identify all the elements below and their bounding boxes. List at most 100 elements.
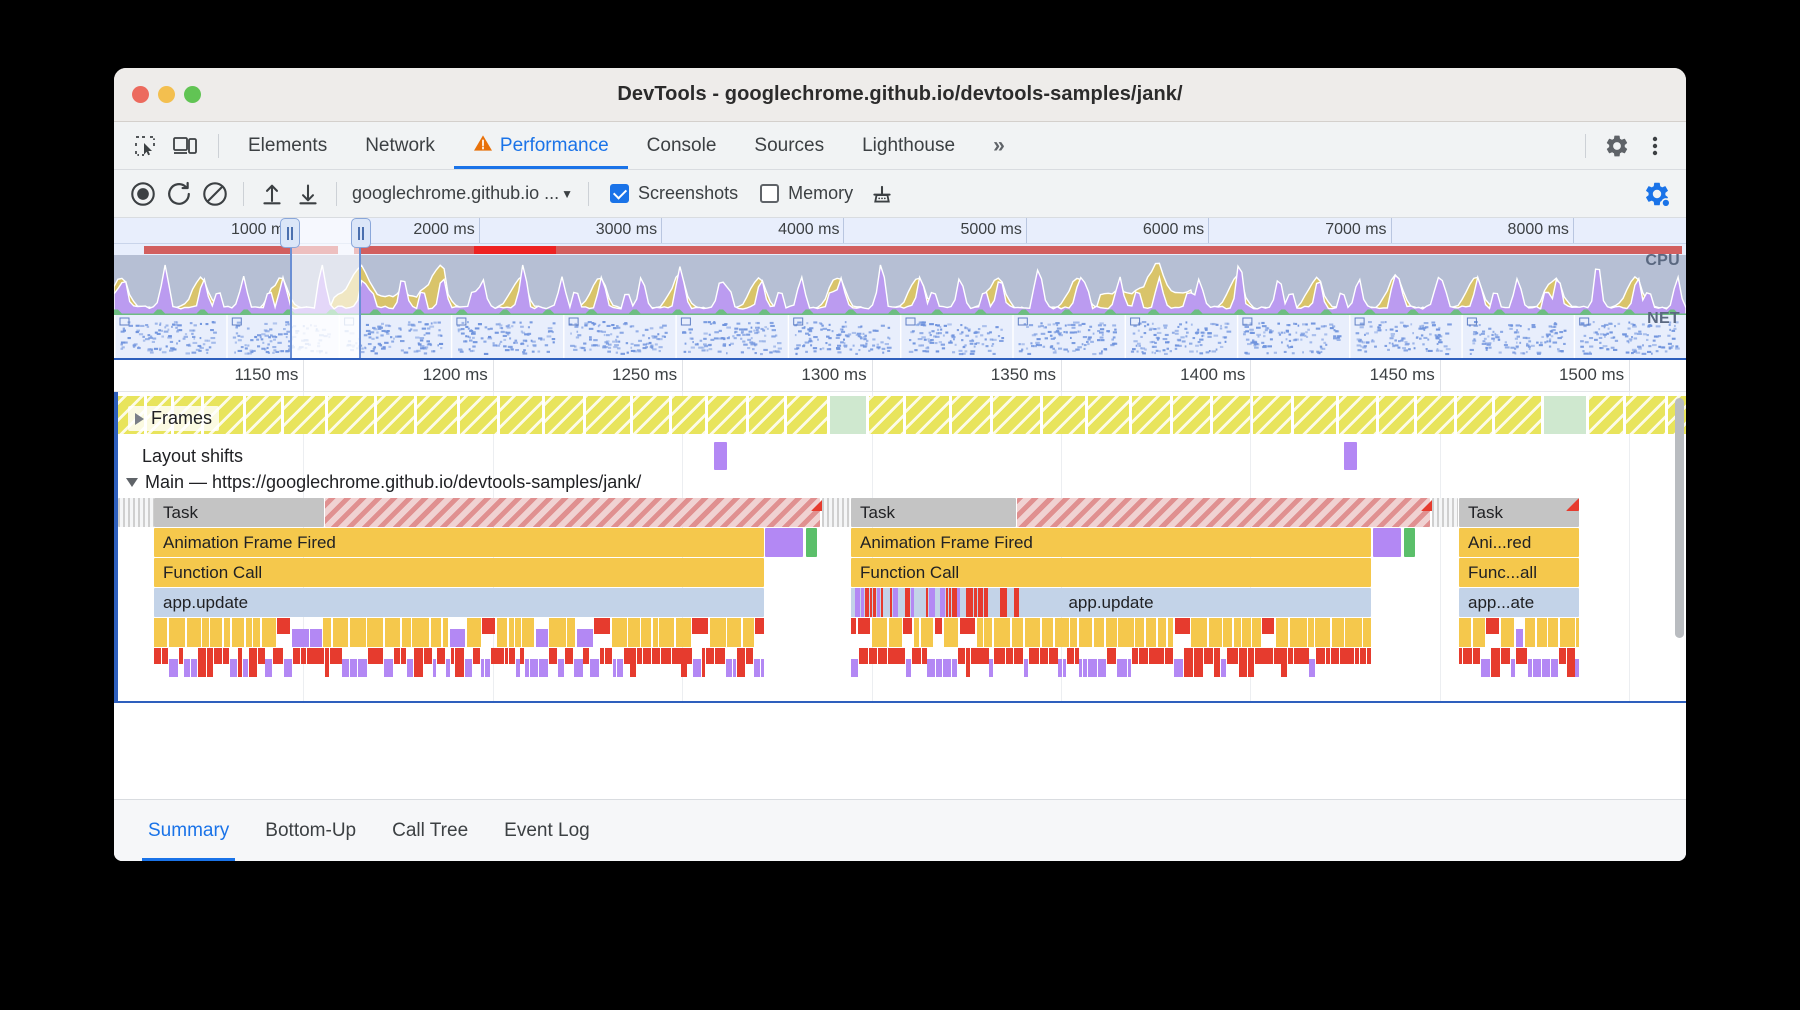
- child-event[interactable]: [594, 618, 611, 634]
- child-event[interactable]: [564, 648, 574, 664]
- collapse-triangle-icon[interactable]: [126, 478, 138, 487]
- child-event[interactable]: [1463, 648, 1473, 664]
- child-event[interactable]: [857, 618, 871, 634]
- child-event[interactable]: [524, 659, 530, 677]
- child-event[interactable]: [472, 648, 480, 664]
- frame-block[interactable]: [417, 396, 457, 434]
- child-event[interactable]: [612, 618, 627, 647]
- overview-selection-handle-right[interactable]: [351, 218, 371, 248]
- child-event[interactable]: [465, 659, 472, 677]
- memory-checkbox-box[interactable]: [760, 184, 780, 203]
- child-event[interactable]: [1191, 618, 1208, 647]
- tab-elements[interactable]: Elements: [229, 122, 346, 169]
- child-event[interactable]: [430, 618, 441, 647]
- child-event[interactable]: [858, 648, 868, 664]
- child-event[interactable]: [249, 648, 258, 677]
- child-event[interactable]: [921, 588, 925, 617]
- child-event[interactable]: [1157, 618, 1167, 647]
- child-event[interactable]: [178, 648, 184, 664]
- child-event[interactable]: [1559, 648, 1566, 664]
- child-event[interactable]: [888, 648, 897, 664]
- child-event[interactable]: [231, 618, 245, 647]
- tab-performance[interactable]: Performance: [453, 122, 628, 169]
- child-event[interactable]: [450, 629, 466, 647]
- child-event[interactable]: [912, 648, 922, 664]
- more-tabs-button[interactable]: »: [974, 122, 1024, 169]
- child-event[interactable]: [1290, 618, 1307, 647]
- app-update-event[interactable]: app.update: [154, 588, 764, 617]
- dense-children-row-1[interactable]: [851, 618, 1371, 647]
- child-event[interactable]: [1274, 648, 1281, 664]
- child-event[interactable]: [301, 648, 306, 664]
- child-event[interactable]: [529, 659, 538, 677]
- child-event[interactable]: [960, 588, 966, 617]
- child-event[interactable]: [641, 618, 651, 647]
- child-event[interactable]: [970, 588, 974, 617]
- child-event[interactable]: [1315, 648, 1326, 664]
- child-event[interactable]: [168, 618, 186, 647]
- frame-block[interactable]: [1088, 396, 1129, 434]
- child-event[interactable]: [1309, 659, 1315, 677]
- frame-block[interactable]: [1417, 396, 1454, 434]
- child-event[interactable]: [161, 648, 168, 664]
- child-event[interactable]: [349, 618, 366, 647]
- flame-chart-pane[interactable]: 1150 ms 1200 ms 1250 ms 1300 ms 1350 ms 1400 …: [114, 358, 1686, 703]
- child-event[interactable]: [1288, 648, 1294, 664]
- child-event[interactable]: [877, 588, 881, 617]
- child-event[interactable]: [977, 618, 983, 647]
- tab-event-log[interactable]: Event Log: [486, 800, 608, 861]
- child-event[interactable]: [994, 618, 1011, 647]
- collect-garbage-icon[interactable]: [865, 177, 899, 211]
- paint-event[interactable]: [806, 528, 817, 557]
- child-event[interactable]: [1145, 618, 1157, 647]
- child-event[interactable]: [516, 659, 520, 677]
- frame-block[interactable]: [952, 396, 990, 434]
- screenshots-checkbox[interactable]: Screenshots: [600, 183, 748, 204]
- child-event[interactable]: [897, 648, 905, 664]
- child-event[interactable]: [1194, 648, 1204, 677]
- child-event[interactable]: [710, 618, 726, 647]
- child-event[interactable]: [1239, 648, 1247, 677]
- screenshots-checkbox-box[interactable]: [610, 184, 630, 203]
- child-event[interactable]: [334, 648, 342, 664]
- frame-block[interactable]: [1213, 396, 1251, 434]
- task-ticks-mid[interactable]: [822, 498, 850, 527]
- child-event[interactable]: [727, 618, 741, 647]
- child-event[interactable]: [262, 618, 276, 647]
- child-event[interactable]: [600, 648, 604, 664]
- child-event[interactable]: [903, 618, 913, 634]
- child-event[interactable]: [325, 648, 330, 677]
- frame-block[interactable]: [1378, 396, 1415, 434]
- child-event[interactable]: [1339, 648, 1349, 664]
- frame-block[interactable]: [1253, 396, 1291, 434]
- device-toolbar-icon[interactable]: [168, 129, 202, 163]
- child-event[interactable]: [1135, 618, 1145, 647]
- task-event[interactable]: Task: [851, 498, 1016, 527]
- frame-block[interactable]: [1543, 396, 1587, 434]
- load-profile-icon[interactable]: [255, 177, 289, 211]
- child-event[interactable]: [860, 588, 865, 617]
- child-event[interactable]: [1094, 618, 1104, 647]
- child-event[interactable]: [222, 648, 230, 664]
- child-event[interactable]: [246, 618, 252, 647]
- child-event[interactable]: [892, 588, 899, 617]
- flame-chart-scrollbar[interactable]: [1675, 398, 1684, 638]
- child-event[interactable]: [1331, 618, 1344, 647]
- dense-children-row-2[interactable]: [1459, 648, 1579, 677]
- dense-children-row-1[interactable]: [1459, 618, 1579, 647]
- child-event[interactable]: [1011, 618, 1024, 647]
- child-event[interactable]: [315, 648, 325, 664]
- child-event[interactable]: [548, 648, 558, 664]
- child-event[interactable]: [590, 659, 600, 677]
- frame-block[interactable]: [459, 396, 497, 434]
- child-event[interactable]: [1223, 618, 1233, 647]
- paint-event[interactable]: [1404, 528, 1415, 557]
- child-event[interactable]: [230, 659, 237, 677]
- child-event[interactable]: [1214, 648, 1221, 677]
- overview-body[interactable]: CPU NET: [114, 218, 1686, 358]
- child-event[interactable]: [1294, 648, 1299, 664]
- child-event[interactable]: [466, 618, 481, 647]
- child-event[interactable]: [971, 648, 981, 664]
- save-profile-icon[interactable]: [291, 177, 325, 211]
- dense-children-row-1[interactable]: [154, 618, 764, 647]
